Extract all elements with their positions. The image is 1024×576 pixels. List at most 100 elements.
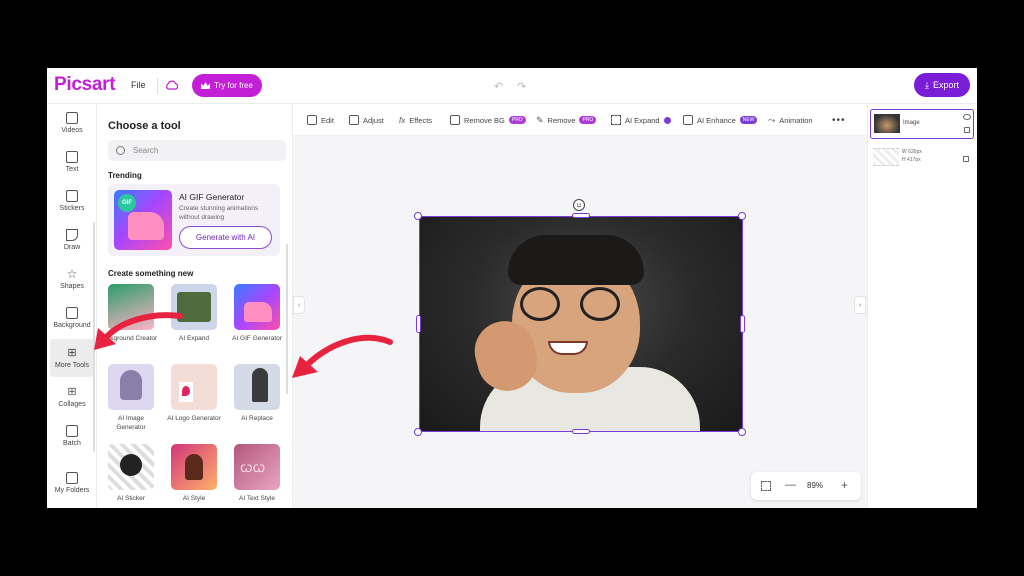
more-icon: ••• — [832, 114, 846, 126]
rail-item-stickers[interactable]: Stickers — [50, 182, 94, 220]
file-menu[interactable]: File — [131, 80, 146, 90]
lock-icon[interactable] — [964, 127, 970, 133]
rotate-handle-icon[interactable] — [573, 199, 585, 211]
fit-screen-icon[interactable] — [761, 481, 771, 491]
sticker-icon — [66, 190, 78, 202]
toolbar-effects[interactable]: fx Effects — [399, 114, 432, 126]
tool-ai-sticker[interactable]: AI Sticker — [104, 444, 158, 503]
layer-height: H 417px — [902, 157, 921, 163]
collapse-panel-button[interactable]: ‹ — [293, 296, 305, 314]
tool-label: AI Style — [182, 495, 206, 502]
tool-ai-image-generator[interactable]: AI Image Generator — [104, 364, 158, 432]
layer-item-blank[interactable]: W 626px H 417px — [870, 144, 974, 170]
tool-ai-expand[interactable]: AI Expand — [167, 284, 221, 343]
toolbar-label: Remove BG — [464, 115, 505, 125]
tool-ai-replace[interactable]: AI Replace — [230, 364, 284, 423]
tool-ai-style[interactable]: AI Style — [167, 444, 221, 503]
toolbar-adjust[interactable]: Adjust — [349, 114, 384, 126]
rail-item-draw[interactable]: Draw — [50, 221, 94, 259]
search-icon — [116, 146, 125, 155]
enhance-icon — [683, 115, 693, 125]
photo-glasses-left — [520, 287, 560, 321]
resize-handle-bottom[interactable] — [572, 429, 590, 434]
resize-handle-left[interactable] — [416, 315, 421, 333]
cloud-sync-icon[interactable] — [165, 79, 179, 93]
rail-item-background[interactable]: Background — [50, 299, 94, 337]
tool-background-creator[interactable]: ...kground Creator — [104, 284, 158, 343]
rail-item-label: Shapes — [60, 283, 84, 290]
brush-icon — [66, 229, 78, 241]
zoom-level[interactable]: 89% — [807, 481, 823, 490]
resize-handle-right[interactable] — [740, 315, 745, 333]
rail-item-label: My Folders — [54, 487, 90, 494]
layer-thumbnail — [873, 148, 899, 166]
rail-item-label: Background — [53, 322, 91, 329]
resize-handle-bottom-left[interactable] — [414, 428, 422, 436]
pro-badge: PRO — [508, 116, 526, 124]
resize-handle-top[interactable] — [572, 213, 590, 218]
resize-handle-bottom-right[interactable] — [738, 428, 746, 436]
visibility-eye-icon[interactable] — [963, 114, 971, 120]
try-for-free-button[interactable]: Try for free — [192, 74, 262, 97]
generate-with-ai-button[interactable]: Generate with AI — [179, 226, 272, 249]
tool-label: AI Logo Generator — [167, 415, 221, 422]
canvas-photo[interactable] — [419, 216, 743, 432]
rail-scrollbar[interactable] — [93, 222, 95, 452]
zoom-out-button[interactable]: — — [785, 479, 796, 491]
background-icon — [66, 307, 78, 319]
gif-badge: GIF — [118, 194, 136, 212]
undo-icon[interactable]: ↶ — [494, 80, 503, 93]
tool-thumbnail — [108, 284, 154, 330]
toolbar-ai-enhance[interactable]: AI Enhance NEW — [683, 114, 758, 126]
redo-icon[interactable]: ↷ — [517, 80, 526, 93]
fx-icon: fx — [399, 115, 406, 125]
rail-item-shapes[interactable]: ☆ Shapes — [50, 260, 94, 298]
rail-item-label: Videos — [61, 127, 83, 134]
rail-item-label: Collages — [58, 401, 86, 408]
toolbar-label: Remove — [547, 115, 576, 125]
panel-title: Choose a tool — [108, 120, 181, 132]
ai-gif-thumbnail: GIF — [114, 190, 172, 250]
photo-glasses-right — [580, 287, 620, 321]
picsart-logo[interactable]: Picsart — [54, 74, 116, 96]
rail-item-videos[interactable]: Videos — [50, 104, 94, 142]
tool-thumbnail — [108, 444, 154, 490]
rail-item-collages[interactable]: ⊞ Collages — [50, 378, 94, 416]
toolbar-more[interactable]: ••• — [832, 114, 846, 126]
rail-item-label: Stickers — [59, 205, 85, 212]
pro-badge: PRO — [579, 116, 597, 124]
left-tool-rail: Videos Text Stickers Draw ☆ Shapes Backg… — [47, 104, 97, 508]
tool-label: AI Replace — [241, 415, 273, 422]
layer-item-image[interactable]: Image — [870, 109, 974, 139]
tool-ai-text-style[interactable]: ꞷꞷ AI Text Style — [230, 444, 284, 503]
toolbar-animation[interactable]: ⤳ Animation — [768, 114, 813, 126]
export-button[interactable]: ⤓ Export — [914, 73, 970, 97]
tool-ai-logo-generator[interactable]: AI Logo Generator — [167, 364, 221, 423]
rail-item-more-tools[interactable]: ⊞ More Tools — [50, 339, 94, 377]
resize-handle-top-right[interactable] — [738, 212, 746, 220]
expand-layers-button[interactable]: › — [854, 296, 866, 314]
toolbar-remove-bg[interactable]: Remove BG PRO — [450, 114, 526, 126]
zoom-in-button[interactable]: + — [841, 478, 848, 492]
toolbar-edit[interactable]: Edit — [307, 114, 334, 126]
tool-thumbnail — [171, 444, 217, 490]
rail-item-label: Text — [65, 166, 79, 173]
remove-bg-icon — [450, 115, 460, 125]
more-tools-icon: ⊞ — [67, 347, 77, 359]
tool-thumbnail — [108, 364, 154, 410]
tool-ai-gif-generator[interactable]: AI GIF Generator — [230, 284, 284, 343]
rail-item-text[interactable]: Text — [50, 143, 94, 181]
toolbar-label: Animation — [779, 115, 813, 125]
rail-item-my-folders[interactable]: My Folders — [50, 464, 94, 502]
search-input[interactable]: Search — [108, 140, 286, 161]
toolbar-remove[interactable]: ✎ Remove PRO — [536, 114, 597, 126]
panel-scrollbar[interactable] — [286, 244, 288, 394]
trending-card[interactable]: GIF AI GIF Generator Create stunning ani… — [108, 184, 280, 256]
toolbar-label: Edit — [321, 115, 334, 125]
folder-icon — [66, 472, 78, 484]
toolbar-ai-expand[interactable]: AI Expand — [611, 114, 671, 126]
rail-item-batch[interactable]: Batch — [50, 417, 94, 455]
resize-handle-top-left[interactable] — [414, 212, 422, 220]
star-icon: ☆ — [66, 267, 78, 281]
lock-icon[interactable] — [963, 156, 969, 162]
